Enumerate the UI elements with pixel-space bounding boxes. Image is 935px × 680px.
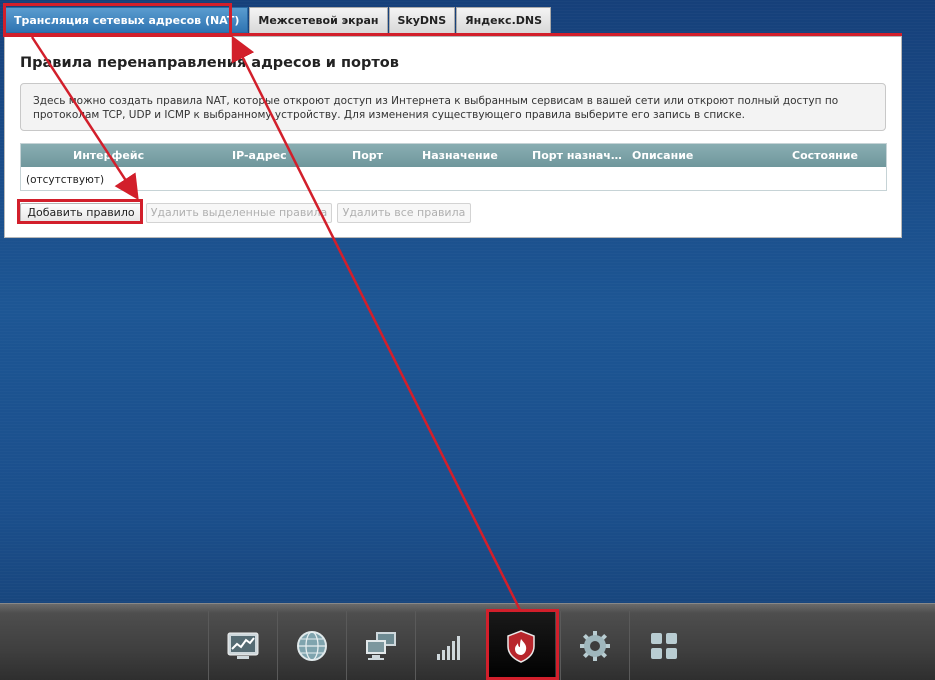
signal-bars-icon bbox=[437, 636, 460, 660]
tab-yandex-dns[interactable]: Яндекс.DNS bbox=[456, 7, 552, 33]
network-computers-icon bbox=[366, 632, 396, 660]
nav-settings[interactable] bbox=[560, 611, 629, 680]
column-status[interactable]: Состояние bbox=[792, 144, 858, 167]
firewall-shield-icon bbox=[507, 630, 535, 663]
info-text-line1: Здесь можно создать правила NAT, которые… bbox=[33, 95, 839, 107]
column-destination-port[interactable]: Порт назнач… bbox=[532, 144, 622, 167]
column-port[interactable]: Порт bbox=[352, 144, 383, 167]
nav-internet[interactable] bbox=[277, 611, 346, 680]
nav-apps[interactable] bbox=[629, 611, 698, 680]
tab-bar: Трансляция сетевых адресов (NAT) Межсете… bbox=[5, 7, 552, 33]
column-interface[interactable]: Интерфейс bbox=[73, 144, 144, 167]
nav-security[interactable] bbox=[486, 611, 555, 680]
nav-monitor[interactable] bbox=[208, 611, 277, 680]
column-ip-address[interactable]: IP-адрес bbox=[232, 144, 287, 167]
apps-grid-icon bbox=[651, 633, 677, 659]
nav-home-network[interactable] bbox=[346, 611, 415, 680]
tab-skydns[interactable]: SkyDNS bbox=[388, 7, 456, 33]
column-destination[interactable]: Назначение bbox=[422, 144, 498, 167]
table-empty-row: (отсутствуют) bbox=[26, 174, 105, 186]
info-box: Здесь можно создать правила NAT, которые… bbox=[20, 83, 886, 131]
nav-wifi[interactable] bbox=[415, 611, 484, 680]
tab-nat[interactable]: Трансляция сетевых адресов (NAT) bbox=[5, 7, 249, 33]
column-description[interactable]: Описание bbox=[632, 144, 693, 167]
info-text-line2: протоколам TCP, UDP и ICMP к выбранному … bbox=[33, 109, 745, 121]
gear-icon bbox=[580, 631, 610, 661]
table-header: Интерфейс IP-адрес Порт Назначение Порт … bbox=[21, 144, 886, 167]
bottom-nav-bar bbox=[0, 603, 935, 680]
page-title: Правила перенаправления адресов и портов bbox=[20, 55, 399, 71]
rules-table: Интерфейс IP-адрес Порт Назначение Порт … bbox=[20, 143, 887, 191]
add-rule-button[interactable]: Добавить правило bbox=[20, 203, 142, 223]
globe-icon bbox=[297, 631, 327, 661]
chart-monitor-icon bbox=[227, 632, 259, 659]
tab-firewall[interactable]: Межсетевой экран bbox=[249, 7, 388, 33]
nat-rules-panel: Правила перенаправления адресов и портов… bbox=[4, 36, 902, 238]
delete-selected-rules-button[interactable]: Удалить выделенные правила bbox=[146, 203, 332, 223]
delete-all-rules-button[interactable]: Удалить все правила bbox=[337, 203, 471, 223]
